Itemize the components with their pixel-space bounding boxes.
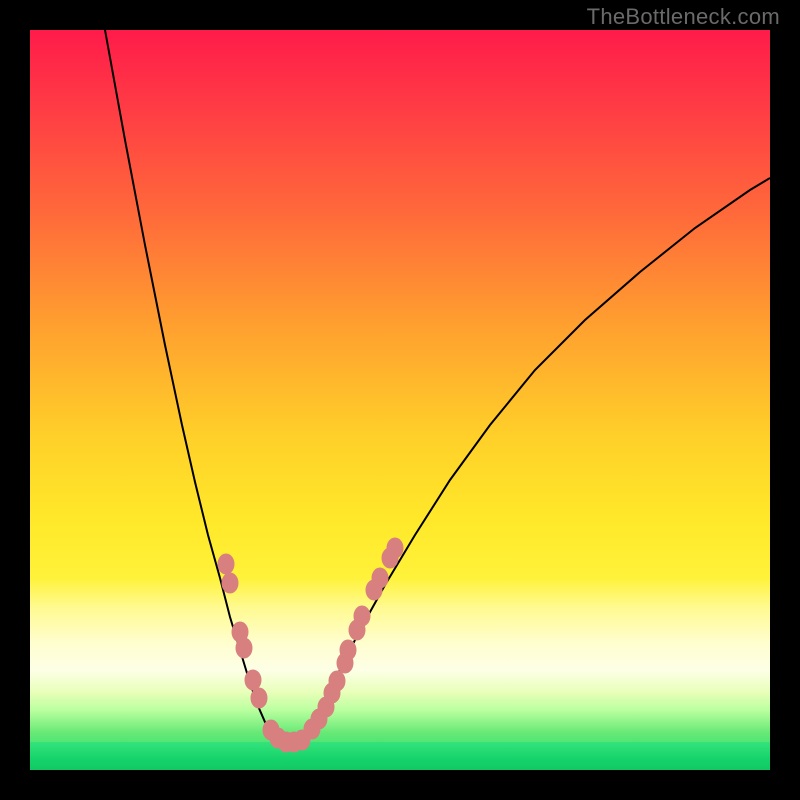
highlight-dot xyxy=(387,538,403,558)
curve-overlay xyxy=(30,30,770,770)
chart-stage: TheBottleneck.com xyxy=(0,0,800,800)
highlight-dot xyxy=(218,554,234,574)
plot-area xyxy=(30,30,770,770)
highlight-dot xyxy=(236,638,252,658)
highlight-dot xyxy=(245,670,261,690)
highlight-dot xyxy=(340,640,356,660)
highlight-dot xyxy=(251,688,267,708)
highlight-dot xyxy=(329,671,345,691)
watermark-text: TheBottleneck.com xyxy=(587,4,780,30)
highlight-dot xyxy=(222,573,238,593)
bottleneck-curve-right xyxy=(288,178,770,743)
highlight-dots-group xyxy=(218,538,403,752)
highlight-dot xyxy=(372,568,388,588)
highlight-dot xyxy=(354,606,370,626)
bottleneck-curve-left xyxy=(105,30,288,743)
